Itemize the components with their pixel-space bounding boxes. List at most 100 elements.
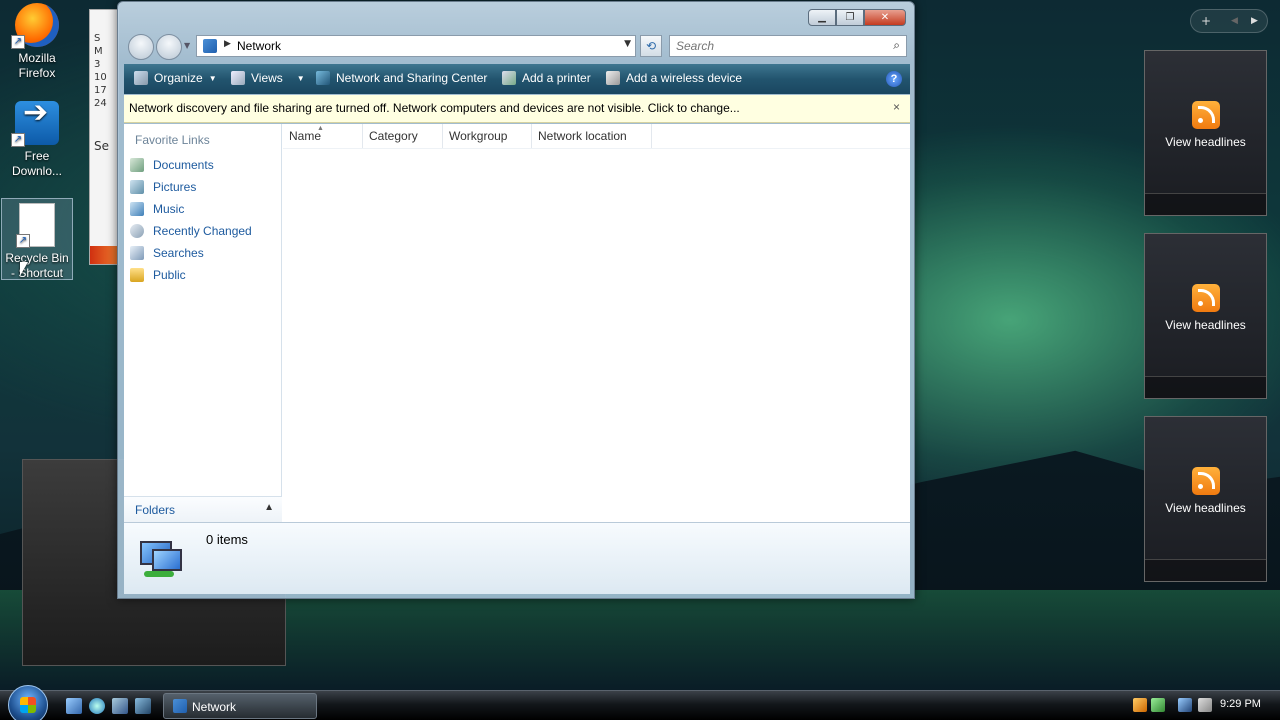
volume-muted-icon[interactable] [1198,698,1212,712]
desktop-icon-free-download[interactable]: ↗ Free Downlo... [1,101,73,179]
command-bar: Organize ▼ Views ▼ Network and Sharing C… [124,64,910,94]
favorite-link-music[interactable]: Music [130,200,184,218]
view-headlines-link[interactable]: View headlines [1145,501,1266,515]
monitor-front [152,549,182,571]
shortcut-arrow-icon: ↗ [11,35,25,49]
refresh-button[interactable]: ⟲ [640,35,662,57]
music-icon [130,202,144,216]
network-computers-icon [136,537,184,585]
feed-headlines-gadget[interactable]: View headlines [1144,416,1267,582]
network-cable [144,571,174,577]
network-center-label: Network and Sharing Center [336,71,488,85]
calendar-day-header: S [94,33,101,44]
address-bar[interactable]: ▶ Network ▼ [196,35,636,57]
desktop-icon-label: Free Downlo... [11,149,63,178]
switch-windows-icon[interactable] [112,698,128,714]
organize-button[interactable]: Organize ▼ [134,71,217,85]
security-shield-icon[interactable] [1133,698,1147,712]
infobar-message: Network discovery and file sharing are t… [129,101,740,115]
calendar-date: 17 [94,85,107,96]
help-icon[interactable]: ? [886,71,902,87]
link-label: Public [153,268,186,282]
column-label: Category [369,129,418,143]
close-button[interactable]: ✕ [864,9,906,26]
taskbar: Network 9:29 PM [0,685,1280,720]
favorite-link-documents[interactable]: Documents [130,156,214,174]
desktop-icon-recycle-bin-shortcut[interactable]: ↗ Recycle Bin - Shortcut [1,198,73,280]
folder-icon [130,268,144,282]
add-printer-button[interactable]: Add a printer [502,71,591,85]
internet-explorer-icon[interactable] [89,698,105,714]
navigation-pane: Favorite Links Documents Pictures Music … [124,124,282,522]
feed-headlines-gadget[interactable]: View headlines [1144,50,1267,216]
recent-pages-chevron-icon[interactable]: ▼ [184,41,190,50]
chevron-down-icon: ▼ [296,73,305,83]
column-header-network-location[interactable]: Network location [532,124,652,148]
column-label: Workgroup [449,129,508,143]
view-headlines-link[interactable]: View headlines [1145,135,1266,149]
folders-toggle[interactable]: Folders ▲ [124,496,282,522]
printer-icon [502,71,516,85]
column-header-name[interactable]: ▲ Name [283,124,363,148]
chevron-up-icon: ▲ [264,502,274,513]
view-headlines-link[interactable]: View headlines [1145,318,1266,332]
minimize-button[interactable]: ▁ [808,9,836,26]
infobar-close-icon[interactable]: × [893,100,900,114]
start-button[interactable] [8,685,48,720]
tray-app-icon[interactable] [1151,698,1165,712]
favorite-link-searches[interactable]: Searches [130,244,204,262]
breadcrumb-separator-icon[interactable]: ▶ [224,39,231,49]
file-list[interactable]: ▲ Name Category Workgroup Network locati… [283,124,910,522]
gadget-footer [1145,193,1266,215]
address-dropdown-icon[interactable]: ▼ [624,39,631,49]
column-header-category[interactable]: Category [363,124,443,148]
views-label: Views [251,71,283,85]
network-center-icon [316,71,330,85]
breadcrumb-network[interactable]: Network [237,39,281,53]
favorite-link-recently-changed[interactable]: Recently Changed [130,222,252,240]
wireless-device-icon [606,71,620,85]
navigation-bar: ▼ ▶ Network ▼ ⟲ ⌕ [126,32,908,60]
add-wireless-device-button[interactable]: Add a wireless device [606,71,742,85]
searches-icon [130,246,144,260]
details-pane: 0 items [124,522,910,594]
taskbar-button-network[interactable]: Network [163,693,317,719]
firefox-icon: ↗ [11,3,59,49]
desktop-icon-label: Recycle Bin - Shortcut [5,251,69,280]
desktop-icon-firefox[interactable]: ↗ Mozilla Firefox [1,3,73,81]
add-printer-label: Add a printer [522,71,591,85]
sort-ascending-icon: ▲ [317,125,324,132]
maximize-button[interactable]: ❐ [836,9,864,26]
feed-headlines-gadget[interactable]: View headlines [1144,233,1267,399]
back-button[interactable] [128,34,154,60]
column-header-workgroup[interactable]: Workgroup [443,124,532,148]
views-button[interactable]: Views ▼ [231,71,305,85]
show-desktop-icon[interactable] [66,698,82,714]
download-icon: ↗ [11,101,59,147]
favorite-link-public[interactable]: Public [130,266,186,284]
prev-gadget-button[interactable]: ◀ [1231,16,1238,26]
network-quicklaunch-icon[interactable] [135,698,151,714]
search-icon[interactable]: ⌕ [893,38,900,53]
network-status-icon[interactable] [1178,698,1192,712]
calendar-month-text: Se [94,139,109,153]
mouse-cursor-icon [20,262,28,276]
item-count: 0 items [206,532,248,547]
calendar-gadget[interactable]: S M 3 10 17 24 Se [89,9,119,265]
add-gadget-button[interactable]: + [1201,14,1211,28]
system-clock[interactable]: 9:29 PM [1220,698,1261,710]
search-input[interactable] [670,36,870,56]
favorite-link-pictures[interactable]: Pictures [130,178,196,196]
link-label: Searches [153,246,204,260]
documents-icon [130,158,144,172]
favorite-links-title: Favorite Links [135,133,210,147]
shortcut-arrow-icon: ↗ [11,133,25,147]
taskbar-button-label: Network [192,700,237,714]
next-gadget-button[interactable]: ▶ [1251,16,1258,26]
calendar-date: 24 [94,98,107,109]
information-bar[interactable]: Network discovery and file sharing are t… [124,95,910,123]
forward-button[interactable] [156,34,182,60]
network-sharing-center-button[interactable]: Network and Sharing Center [316,71,487,85]
document-icon: ↗ [16,203,55,248]
explorer-window[interactable]: ▁ ❐ ✕ ▼ ▶ Network ▼ ⟲ ⌕ Organize ▼ Views… [117,1,915,599]
